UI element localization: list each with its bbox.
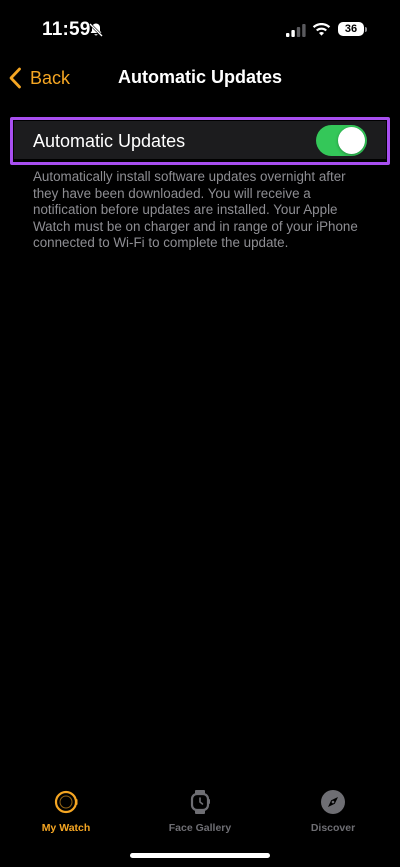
wifi-icon [312, 23, 331, 36]
watch-icon [54, 790, 78, 814]
tab-my-watch[interactable]: My Watch [6, 780, 126, 834]
compass-icon [321, 790, 345, 814]
battery-icon: 36 [338, 22, 364, 36]
battery-nub [365, 27, 367, 32]
bell-slash-icon [89, 23, 103, 37]
navigation-bar: Back Automatic Updates [0, 58, 400, 98]
watch-face-icon [190, 790, 210, 814]
status-time: 11:59 [42, 19, 91, 40]
tab-discover[interactable]: Discover [273, 780, 393, 834]
cellular-signal-icon [286, 24, 306, 37]
tab-bar: My Watch Face Gallery Discover [0, 780, 400, 840]
tab-face-gallery[interactable]: Face Gallery [140, 780, 260, 834]
tab-label-discover: Discover [310, 822, 356, 834]
highlight-frame [10, 117, 390, 165]
tab-label-face-gallery: Face Gallery [168, 822, 232, 834]
home-indicator[interactable] [130, 853, 270, 858]
tab-label-my-watch: My Watch [41, 822, 91, 834]
status-bar: 11:59 36 [0, 0, 400, 58]
setting-description: Automatically install software updates o… [33, 169, 358, 251]
page-title: Automatic Updates [117, 67, 283, 87]
